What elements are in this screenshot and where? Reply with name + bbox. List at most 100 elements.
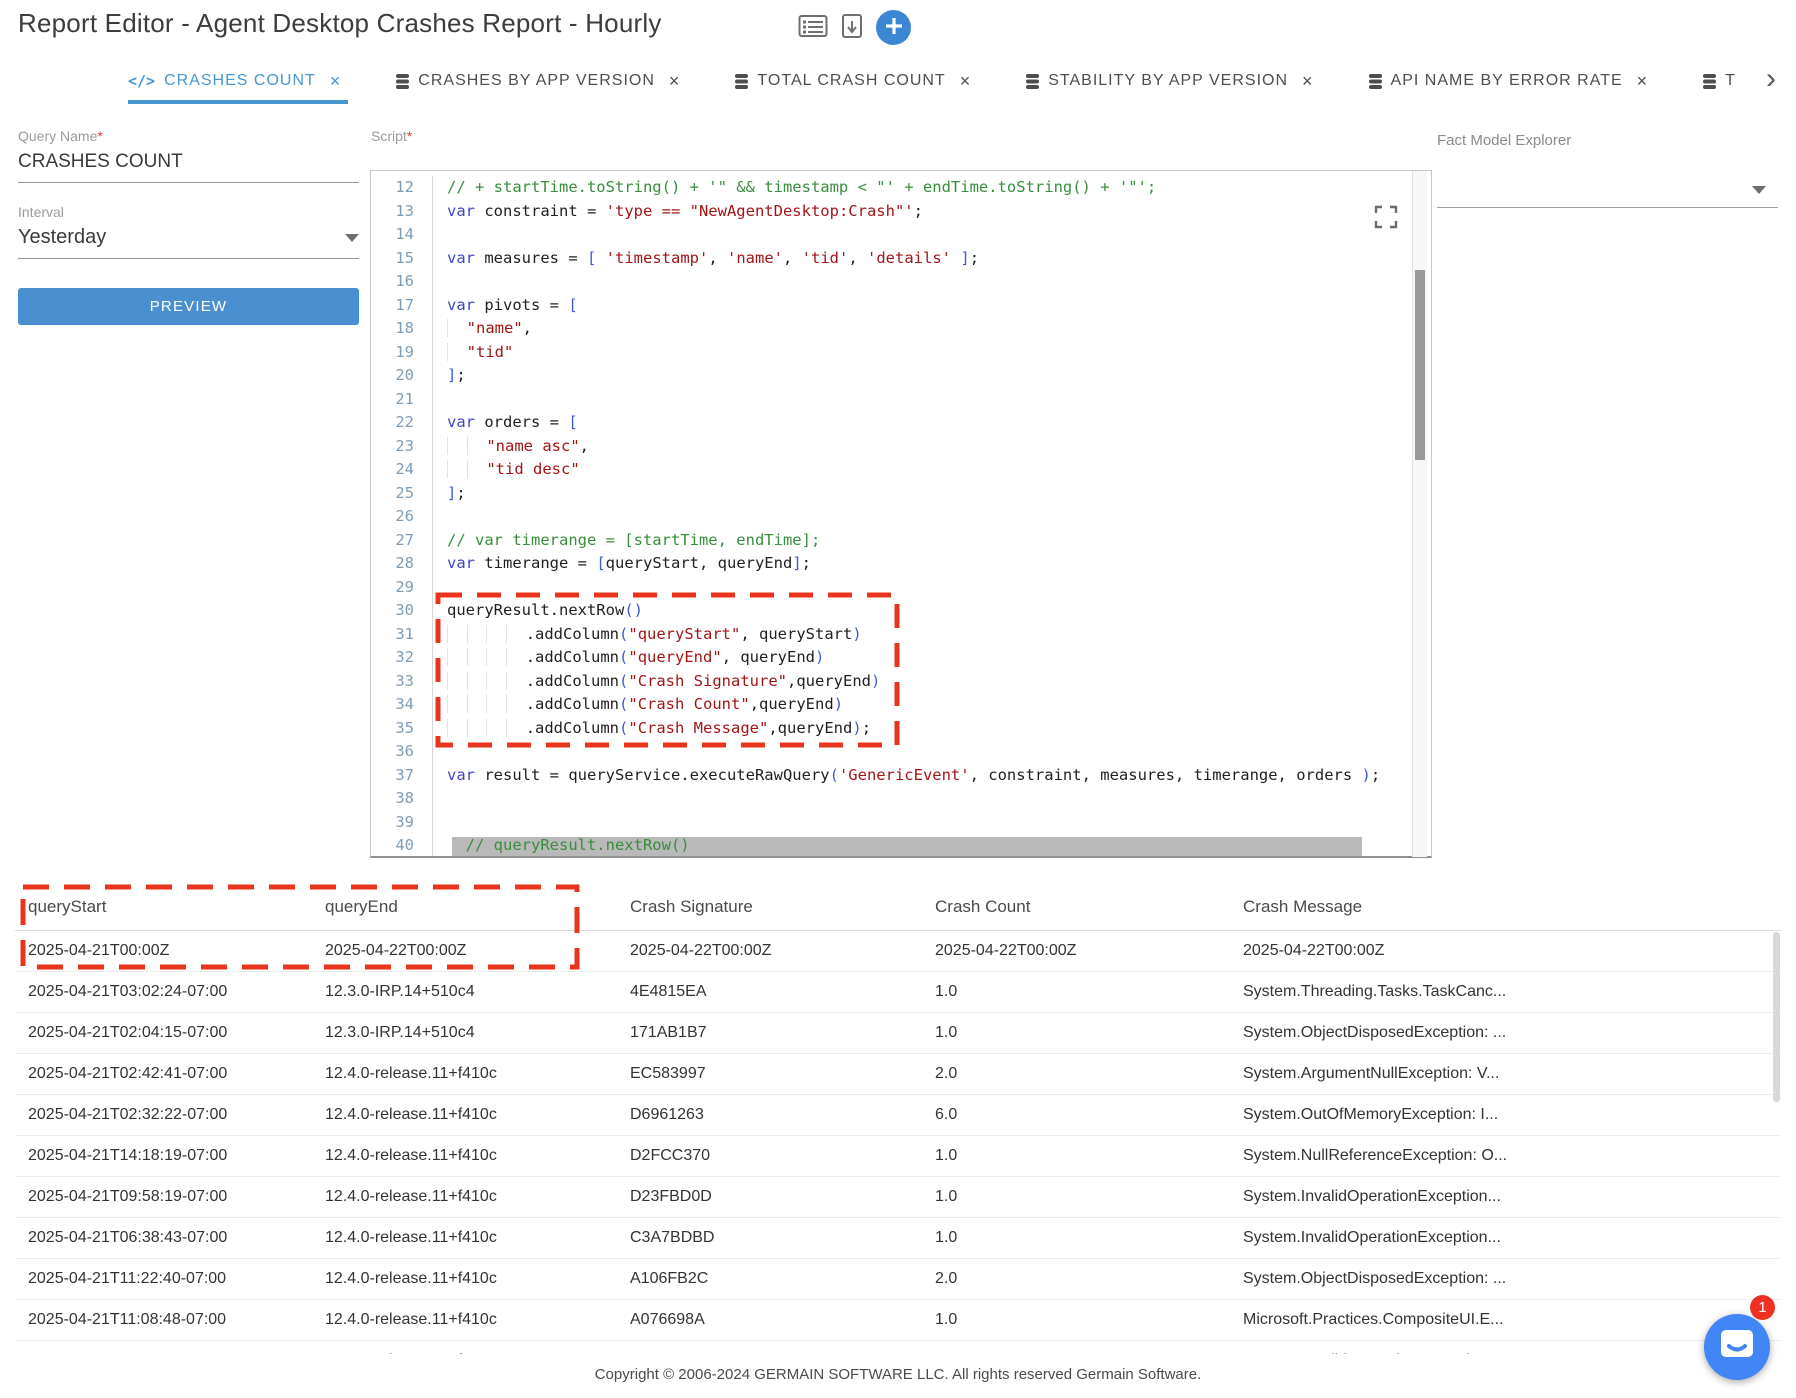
line-number: 25 [371,482,433,506]
column-header-crash-message: Crash Message [1230,897,1781,917]
close-icon[interactable]: × [330,71,341,92]
table-cell: 1.0 [922,1352,1230,1354]
chat-button[interactable] [1704,1314,1770,1380]
code-text: .addColumn("queryEnd", queryEnd) [433,646,824,670]
table-cell: 2025-04-21T02:04:15-07:00 [15,1024,312,1042]
query-name-input[interactable]: CRASHES COUNT [18,144,359,173]
code-text [433,388,447,412]
code-text: "name asc", [433,435,589,459]
table-row: 2025-04-21T10:31:43-07:0012.4.0-release.… [15,1341,1781,1354]
table-cell: 1.0 [922,983,1230,1001]
code-line[interactable]: 32 .addColumn("queryEnd", queryEnd) [371,646,1431,670]
close-icon[interactable]: × [669,71,680,92]
plus-icon [884,16,904,39]
line-number: 18 [371,317,433,341]
line-number: 29 [371,576,433,600]
table-vertical-scrollbar[interactable] [1773,932,1780,1102]
code-line[interactable]: 25]; [371,482,1431,506]
code-line[interactable]: 14 [371,223,1431,247]
fullscreen-expand-icon[interactable] [1372,203,1400,231]
report-list-button[interactable] [798,14,828,41]
code-line[interactable]: 20]; [371,364,1431,388]
code-line[interactable]: 24 "tid desc" [371,458,1431,482]
save-report-button[interactable] [841,13,863,42]
page-title: Report Editor - Agent Desktop Crashes Re… [18,8,662,39]
line-number: 33 [371,670,433,694]
code-text: // + startTime.toString() + '" && timest… [433,176,1156,200]
code-line[interactable]: 19 "tid" [371,341,1431,365]
save-icon [841,13,863,42]
tab-total-crash-count[interactable]: TOTAL CRASH COUNT× [735,58,970,104]
code-line[interactable]: 29 [371,576,1431,600]
line-number: 27 [371,529,433,553]
interval-value[interactable]: Yesterday [18,226,106,249]
code-text: queryResult.nextRow() [433,599,643,623]
tab-crashes-by-app-version[interactable]: CRASHES BY APP VERSION× [396,58,679,104]
fact-model-explorer-select[interactable] [1437,150,1778,208]
add-query-button[interactable] [876,10,911,45]
code-line[interactable]: 17var pivots = [ [371,294,1431,318]
code-line[interactable]: 16 [371,270,1431,294]
table-cell: 1.0 [922,1147,1230,1165]
tab-api-name-by-error-rate[interactable]: API NAME BY ERROR RATE× [1369,58,1648,104]
column-header-queryend: queryEnd [312,897,617,917]
code-line[interactable]: 36 [371,740,1431,764]
script-code-editor[interactable]: 12// + startTime.toString() + '" && time… [370,170,1432,858]
table-cell: System.ObjectDisposedException: ... [1230,1270,1781,1288]
interval-select[interactable]: Interval Yesterday [18,204,359,259]
line-number: 13 [371,200,433,224]
table-row: 2025-04-21T03:02:24-07:0012.3.0-IRP.14+5… [15,972,1781,1013]
code-line[interactable]: 30queryResult.nextRow() [371,599,1431,623]
code-line[interactable]: 12// + startTime.toString() + '" && time… [371,176,1431,200]
query-name-label: Query Name* [18,128,359,144]
database-icon [1703,73,1716,90]
code-line[interactable]: 31 .addColumn("queryStart", queryStart) [371,623,1431,647]
line-number: 23 [371,435,433,459]
code-line[interactable]: 22var orders = [ [371,411,1431,435]
code-line[interactable]: 18 "name", [371,317,1431,341]
tab-t[interactable]: T× [1703,58,1740,104]
table-row: 2025-04-21T02:42:41-07:0012.4.0-release.… [15,1054,1781,1095]
code-line[interactable]: 23 "name asc", [371,435,1431,459]
code-line[interactable]: 28var timerange = [queryStart, queryEnd]… [371,552,1431,576]
code-line[interactable]: 34 .addColumn("Crash Count",queryEnd) [371,693,1431,717]
tab-stability-by-app-version[interactable]: STABILITY BY APP VERSION× [1026,58,1312,104]
close-icon[interactable]: × [1637,71,1648,92]
tab-scroll-right-chevron[interactable]: › [1766,62,1776,96]
editor-scrollbar-thumb[interactable] [1415,270,1425,460]
code-line[interactable]: 40 // queryResult.nextRow() [371,834,1431,858]
code-line[interactable]: 38 [371,787,1431,811]
code-line[interactable]: 35 .addColumn("Crash Message",queryEnd); [371,717,1431,741]
code-line[interactable]: 15var measures = [ 'timestamp', 'name', … [371,247,1431,271]
column-header-crash-count: Crash Count [922,897,1230,917]
code-line[interactable]: 21 [371,388,1431,412]
code-line[interactable]: 33 .addColumn("Crash Signature",queryEnd… [371,670,1431,694]
table-cell: System.Threading.Tasks.TaskCanc... [1230,983,1781,1001]
code-line[interactable]: 39 [371,811,1431,835]
query-name-field[interactable]: Query Name* CRASHES COUNT [18,128,359,183]
preview-button[interactable]: PREVIEW [18,288,359,325]
table-cell: 12.4.0-release.11+f410c [312,1065,617,1083]
table-cell: System.ObjectDisposedException: ... [1230,1024,1781,1042]
chevron-down-icon [1752,186,1766,194]
line-number: 37 [371,764,433,788]
code-line[interactable]: 37var result = queryService.executeRawQu… [371,764,1431,788]
tab-label: T [1725,72,1736,90]
close-icon[interactable]: × [1302,71,1313,92]
code-line[interactable]: 26 [371,505,1431,529]
code-line[interactable]: 27// var timerange = [startTime, endTime… [371,529,1431,553]
chat-bubble-icon [1720,1329,1754,1365]
table-cell: 2025-04-21T11:22:40-07:00 [15,1270,312,1288]
editor-vertical-scrollbar[interactable] [1412,171,1427,857]
database-icon [1369,73,1382,90]
line-number: 40 [371,834,433,858]
required-asterisk: * [97,128,102,144]
title-toolbar [798,8,911,46]
code-lines: 12// + startTime.toString() + '" && time… [371,171,1431,858]
line-number: 35 [371,717,433,741]
tab-crashes-count[interactable]: </>CRASHES COUNT× [128,58,340,104]
line-number: 15 [371,247,433,271]
code-line[interactable]: 13var constraint = 'type == "NewAgentDes… [371,200,1431,224]
table-cell: 12.4.0-release.11+f410c [312,1147,617,1165]
close-icon[interactable]: × [960,71,971,92]
